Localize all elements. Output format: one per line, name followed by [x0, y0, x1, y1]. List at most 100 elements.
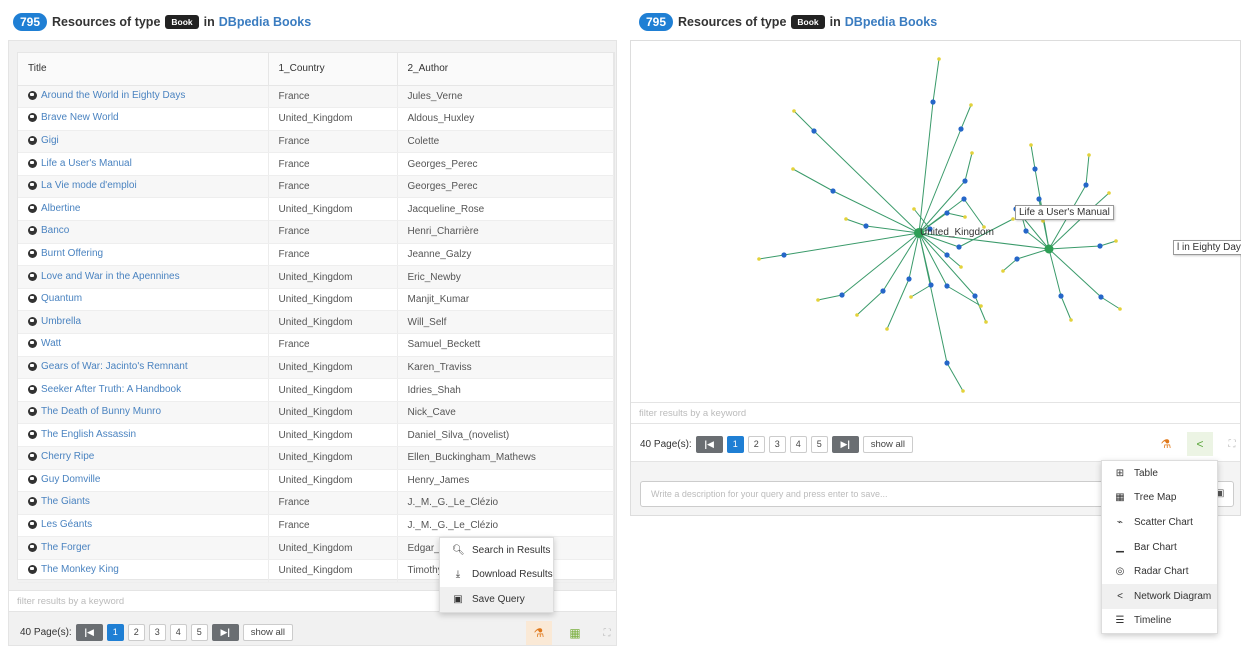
resource-link[interactable]: Burnt Offering: [28, 248, 103, 259]
graph-hub-node[interactable]: [1044, 244, 1054, 254]
graph-node[interactable]: [930, 99, 936, 105]
graph-node[interactable]: [839, 292, 845, 298]
graph-node[interactable]: [961, 389, 965, 393]
viz-option-radar-chart[interactable]: ◎ Radar Chart: [1102, 559, 1217, 584]
table-row[interactable]: Banco France Henri_Charrière: [18, 220, 614, 244]
graph-node[interactable]: [1023, 228, 1029, 234]
table-row[interactable]: Les Géants France J._M._G._Le_Clézio: [18, 514, 614, 538]
graph-node[interactable]: [956, 244, 962, 250]
resource-link[interactable]: Les Géants: [28, 519, 92, 530]
graph-node[interactable]: [944, 360, 950, 366]
graph-node[interactable]: [972, 293, 978, 299]
graph-node[interactable]: [1069, 318, 1073, 322]
table-row[interactable]: Quantum United_Kingdom Manjit_Kumar: [18, 288, 614, 312]
filter-input[interactable]: filter results by a keyword: [631, 402, 1240, 424]
graph-node[interactable]: [816, 298, 820, 302]
graph-node[interactable]: [944, 283, 950, 289]
resource-link[interactable]: Cherry Ripe: [28, 451, 94, 462]
fullscreen-icon[interactable]: ⛶: [594, 621, 620, 645]
graph-node[interactable]: [844, 217, 848, 221]
graph-node[interactable]: [791, 167, 795, 171]
page-button[interactable]: 1: [106, 623, 124, 641]
graph-node[interactable]: [811, 128, 817, 134]
graph-node[interactable]: [1118, 307, 1122, 311]
graph-node[interactable]: [863, 223, 869, 229]
resource-link[interactable]: Umbrella: [28, 316, 81, 327]
graph-node[interactable]: [781, 252, 787, 258]
fullscreen-icon[interactable]: ⛶: [1219, 432, 1241, 456]
resource-link[interactable]: The English Assassin: [28, 429, 136, 440]
graph-node[interactable]: [1083, 182, 1089, 188]
page-button[interactable]: 5: [810, 435, 828, 453]
table-row[interactable]: Brave New World United_Kingdom Aldous_Huxl…: [18, 107, 614, 131]
graph-node[interactable]: [970, 151, 974, 155]
graph-node[interactable]: [944, 210, 950, 216]
table-view-icon[interactable]: ▦: [562, 621, 588, 645]
flask-icon[interactable]: ⚗: [526, 621, 552, 645]
viz-option-bar-chart[interactable]: ▁ Bar Chart: [1102, 535, 1217, 560]
resource-link[interactable]: Brave New World: [28, 112, 119, 123]
resource-link[interactable]: Watt: [28, 338, 61, 349]
graph-node[interactable]: [984, 320, 988, 324]
menu-item-download-results[interactable]: ⤓ Download Results: [440, 563, 553, 588]
table-row[interactable]: Albertine United_Kingdom Jacqueline_Rose: [18, 197, 614, 222]
table-row[interactable]: The Giants France J._M._G._Le_Clézio: [18, 491, 614, 515]
graph-node[interactable]: [1029, 143, 1033, 147]
graph-node[interactable]: [962, 178, 968, 184]
graph-node[interactable]: [1032, 166, 1038, 172]
table-row[interactable]: Umbrella United_Kingdom Will_Self: [18, 310, 614, 335]
graph-node[interactable]: [855, 313, 859, 317]
graph-node[interactable]: [961, 196, 967, 202]
graph-node[interactable]: [1114, 239, 1118, 243]
resource-link[interactable]: Banco: [28, 225, 69, 236]
viz-option-timeline[interactable]: ☰ Timeline: [1102, 609, 1217, 634]
table-row[interactable]: Burnt Offering France Jeanne_Galzy: [18, 243, 614, 267]
table-row[interactable]: The English Assassin United_Kingdom Daniel…: [18, 423, 614, 447]
graph-node[interactable]: [1014, 256, 1020, 262]
page-button[interactable]: 2: [127, 623, 145, 641]
table-row[interactable]: Watt France Samuel_Beckett: [18, 333, 614, 357]
graph-node[interactable]: [979, 304, 983, 308]
graph-node[interactable]: [830, 188, 836, 194]
table-row[interactable]: Guy Domville United_Kingdom Henry_James: [18, 469, 614, 493]
graph-node[interactable]: [792, 109, 796, 113]
last-page-button[interactable]: ▶|: [211, 623, 239, 641]
show-all-button[interactable]: show all: [862, 435, 914, 453]
graph-node[interactable]: [885, 327, 889, 331]
first-page-button[interactable]: |◀: [75, 623, 103, 641]
resource-link[interactable]: Albertine: [28, 203, 80, 214]
graph-node[interactable]: [959, 265, 963, 269]
graph-node[interactable]: [880, 288, 886, 294]
resource-link[interactable]: Seeker After Truth: A Handbook: [28, 384, 181, 395]
graph-node[interactable]: [1098, 294, 1104, 300]
resource-link[interactable]: Quantum: [28, 293, 82, 304]
graph-node[interactable]: [906, 276, 912, 282]
graph-node[interactable]: [1058, 293, 1064, 299]
resource-link[interactable]: La Vie mode d'emploi: [28, 180, 137, 191]
column-header-title[interactable]: Title: [18, 53, 269, 86]
graph-node[interactable]: [963, 215, 967, 219]
graph-node[interactable]: [937, 57, 941, 61]
table-row[interactable]: La Vie mode d'emploi France Georges_Perec: [18, 175, 614, 199]
graph-node[interactable]: [909, 295, 913, 299]
table-row[interactable]: Cherry Ripe United_Kingdom Ellen_Buckingha…: [18, 446, 614, 470]
resource-link[interactable]: Love and War in the Apennines: [28, 271, 180, 282]
table-row[interactable]: Life a User's Manual France Georges_Perec: [18, 152, 614, 176]
resource-link[interactable]: The Giants: [28, 496, 90, 507]
table-row[interactable]: Around the World in Eighty Days France Jul…: [18, 85, 614, 109]
viz-option-table[interactable]: ⊞ Table: [1102, 461, 1217, 486]
page-button[interactable]: 4: [789, 435, 807, 453]
first-page-button[interactable]: |◀: [695, 435, 723, 453]
page-button[interactable]: 1: [726, 435, 744, 453]
graph-node[interactable]: [912, 207, 916, 211]
graph-node[interactable]: [969, 103, 973, 107]
table-row[interactable]: Gigi France Colette: [18, 130, 614, 154]
resource-link[interactable]: Gigi: [28, 135, 59, 146]
resource-link[interactable]: The Forger: [28, 542, 90, 553]
dataset-link[interactable]: DBpedia Books: [845, 15, 937, 29]
graph-node[interactable]: [1087, 153, 1091, 157]
type-badge[interactable]: Book: [791, 15, 825, 29]
graph-node[interactable]: [1097, 243, 1103, 249]
resource-link[interactable]: Life a User's Manual: [28, 158, 132, 169]
viz-option-network-diagram[interactable]: < Network Diagram: [1102, 583, 1217, 609]
